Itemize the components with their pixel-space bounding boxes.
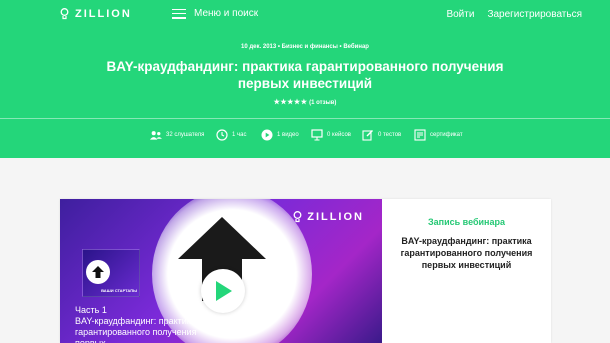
webinar-card: ZILLION ВАШИ СТАРТАПЫ Часть 1 BAY-краудф… <box>60 199 551 343</box>
stat-cases: 0 кейсов <box>311 129 351 141</box>
hero-divider <box>0 118 610 119</box>
stat-listeners-label: 32 слушателя <box>166 132 205 138</box>
course-format[interactable]: Вебинар <box>343 44 369 50</box>
webinar-record-label: Запись вебинара <box>428 217 505 227</box>
video-player[interactable]: ZILLION ВАШИ СТАРТАПЫ Часть 1 BAY-краудф… <box>60 199 382 343</box>
video-logo: ZILLION <box>293 211 364 223</box>
menu-label: Меню и поиск <box>194 8 259 19</box>
hero-banner: ZILLION Меню и поиск Войти Зарегистриров… <box>0 0 610 158</box>
presentation-icon <box>311 129 323 141</box>
course-category[interactable]: Бизнес и финансы <box>282 44 338 50</box>
menu-search-button[interactable]: Меню и поиск <box>172 8 258 19</box>
reviews-count[interactable]: (1 отзыв) <box>309 100 336 106</box>
star-rating-icon: ★★★★★ <box>273 99 308 106</box>
clock-icon <box>216 129 228 141</box>
register-link[interactable]: Зарегистрироваться <box>487 9 582 20</box>
hamburger-icon <box>172 8 186 19</box>
webinar-info: Запись вебинара BAY-краудфандинг: практи… <box>382 199 551 343</box>
video-caption-text: BAY-краудфандинг: практика гарантированн… <box>75 316 197 343</box>
bulb-icon <box>293 211 302 223</box>
play-circle-icon <box>261 129 273 141</box>
play-icon <box>216 281 232 301</box>
stat-videos: 1 видео <box>261 129 299 141</box>
stat-videos-label: 1 видео <box>277 132 299 138</box>
video-thumbnail: ВАШИ СТАРТАПЫ <box>82 249 140 297</box>
arrow-up-badge-icon <box>86 260 110 284</box>
rating: ★★★★★ (1 отзыв) <box>0 98 610 106</box>
stat-certificate: сертификат <box>414 129 463 141</box>
video-part: Часть 1 <box>75 305 107 315</box>
stat-listeners: 32 слушателя <box>150 129 204 141</box>
edit-icon <box>362 129 374 141</box>
page-title: BAY-краудфандинг: практика гарантированн… <box>106 59 504 91</box>
video-caption: Часть 1 BAY-краудфандинг: практика гаран… <box>75 305 220 343</box>
logo-text: ZILLION <box>75 8 132 20</box>
stat-cases-label: 0 кейсов <box>327 132 351 138</box>
stat-tests-label: 0 тестов <box>378 132 402 138</box>
stat-tests: 0 тестов <box>362 129 401 141</box>
auth-links: Войти Зарегистрироваться <box>446 9 582 20</box>
stat-certificate-label: сертификат <box>430 132 463 138</box>
video-logo-text: ZILLION <box>307 211 364 223</box>
bulb-icon <box>60 8 69 20</box>
thumbnail-tag: ВАШИ СТАРТАПЫ <box>101 288 137 293</box>
users-icon <box>150 129 162 141</box>
certificate-icon <box>414 129 426 141</box>
login-link[interactable]: Войти <box>446 9 474 20</box>
site-logo[interactable]: ZILLION <box>60 8 132 20</box>
stat-duration-label: 1 час <box>232 132 247 138</box>
course-date: 10 дек. 2013 <box>241 44 277 50</box>
course-meta: 10 дек. 2013 • Бизнес и финансы • Вебина… <box>241 44 369 50</box>
webinar-title[interactable]: BAY-краудфандинг: практика гарантированн… <box>390 235 543 271</box>
stat-duration: 1 час <box>216 129 246 141</box>
